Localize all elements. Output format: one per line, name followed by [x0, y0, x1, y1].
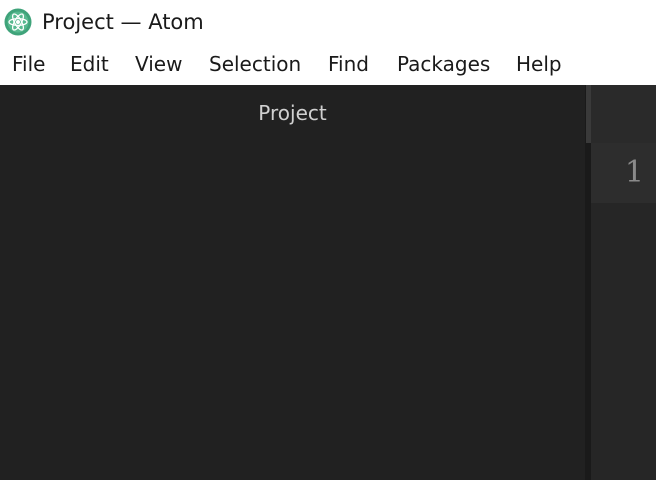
- menu-selection[interactable]: Selection: [209, 44, 301, 85]
- atom-icon: [4, 8, 32, 36]
- workspace: Project 1: [0, 85, 656, 480]
- window-title: Project — Atom: [42, 10, 204, 34]
- menu-packages[interactable]: Packages: [397, 44, 490, 85]
- title-bar[interactable]: Project — Atom: [0, 0, 656, 44]
- menu-file[interactable]: File: [12, 44, 45, 85]
- menu-view[interactable]: View: [135, 44, 182, 85]
- tree-view-panel[interactable]: Project: [0, 85, 585, 480]
- line-number: 1: [624, 155, 644, 190]
- menu-help[interactable]: Help: [516, 44, 562, 85]
- atom-window: Project — Atom File Edit View Selection …: [0, 0, 656, 480]
- gutter-line: 1: [591, 143, 656, 203]
- tab-bar[interactable]: [591, 85, 656, 143]
- editor-pane[interactable]: 1: [591, 85, 656, 480]
- project-header[interactable]: Project: [0, 95, 585, 131]
- menu-find[interactable]: Find: [328, 44, 369, 85]
- menu-edit[interactable]: Edit: [70, 44, 109, 85]
- menu-bar: File Edit View Selection Find Packages H…: [0, 44, 656, 85]
